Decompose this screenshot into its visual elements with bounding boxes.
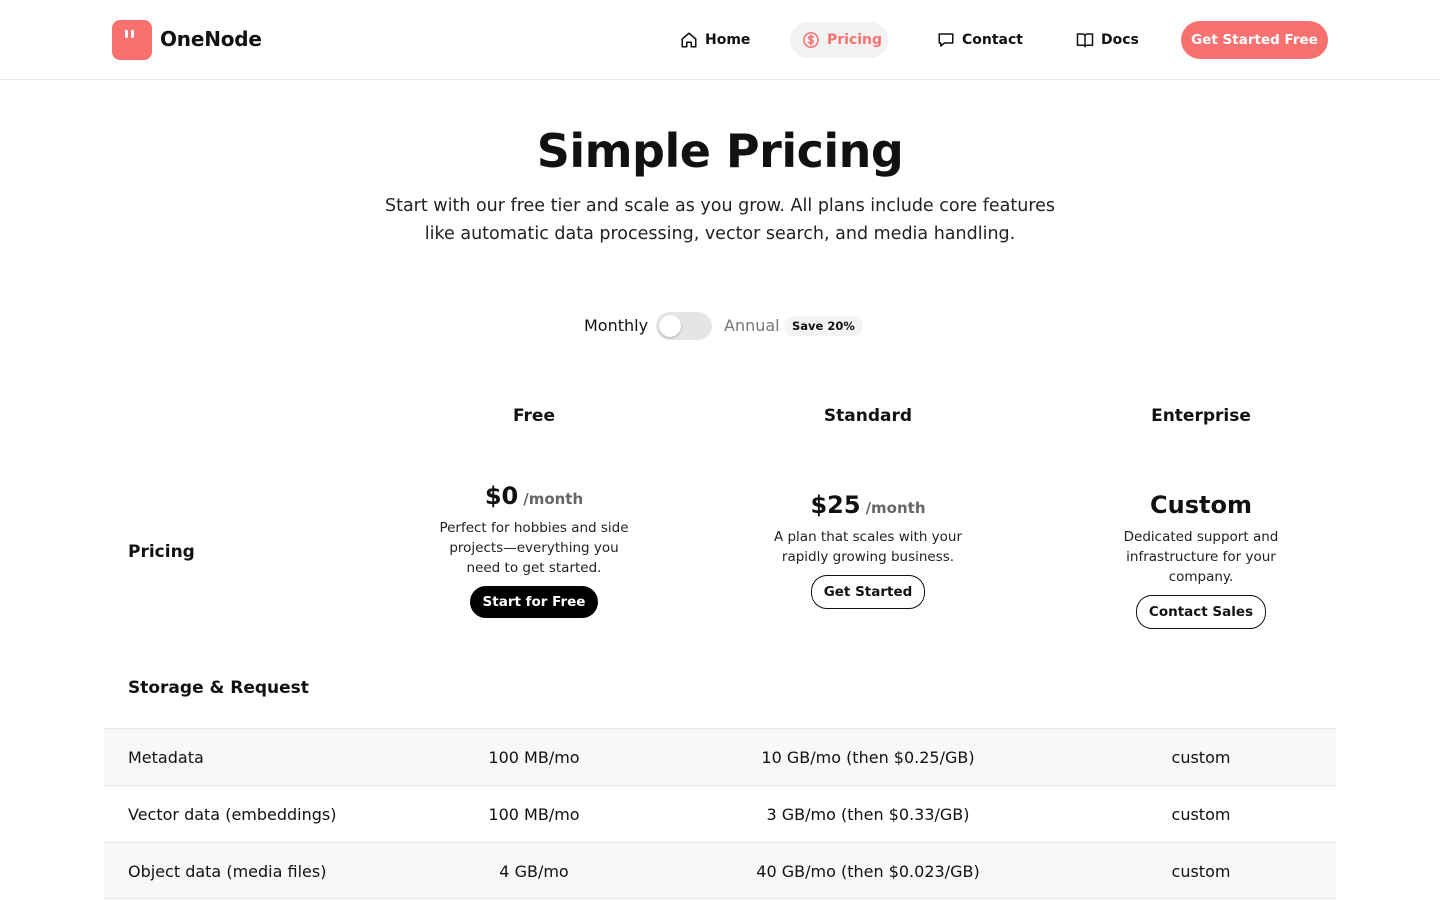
price-line: Custom <box>1051 491 1351 519</box>
nav-home[interactable]: Home <box>668 22 762 58</box>
price-line: $25 /month <box>718 491 1018 519</box>
nav-pricing[interactable]: Pricing <box>790 22 888 58</box>
cell-standard: 3 GB/mo (then $0.33/GB) <box>766 804 970 824</box>
plan-name-standard: Standard <box>823 406 913 426</box>
nav-contact-label: Contact <box>962 32 1023 48</box>
plan-description: Dedicated support and infrastructure for… <box>1123 529 1279 585</box>
plan-description: Perfect for hobbies and side projects—ev… <box>439 520 629 576</box>
table-row: Object data (media files) 4 GB/mo 40 GB/… <box>104 842 1336 899</box>
billing-annual-label[interactable]: Annual <box>724 316 780 335</box>
billing-period-toggle: Monthly Annual Save 20% <box>0 312 1440 340</box>
dollar-circle-icon <box>803 32 819 48</box>
contact-sales-button[interactable]: Contact Sales <box>1135 595 1267 629</box>
page-subtitle: Start with our free tier and scale as yo… <box>384 196 1056 244</box>
price-amount: $0 <box>484 482 519 510</box>
logo-mark-stroke <box>131 30 134 38</box>
price-amount: $25 <box>810 491 861 519</box>
plan-name-free: Free <box>513 406 555 426</box>
page-title: Simple Pricing <box>536 124 904 178</box>
cell-free: 4 GB/mo <box>499 861 569 881</box>
table-row: Vector data (embeddings) 100 MB/mo 3 GB/… <box>104 785 1336 842</box>
price-line: $0 /month <box>384 482 684 510</box>
plan-description: A plan that scales with your rapidly gro… <box>773 529 963 565</box>
logo-mark-stroke <box>125 30 128 38</box>
price-unit: /month <box>865 499 926 517</box>
cell-enterprise: custom <box>1171 804 1231 824</box>
price-unit: /month <box>523 490 584 508</box>
nav-home-label: Home <box>705 32 751 48</box>
get-started-free-button[interactable]: Get Started Free <box>1181 21 1328 59</box>
start-for-free-button[interactable]: Start for Free <box>469 586 599 618</box>
section-title-storage: Storage & Request <box>128 678 309 698</box>
nav-docs-label: Docs <box>1101 32 1139 48</box>
storage-table: Metadata 100 MB/mo 10 GB/mo (then $0.25/… <box>104 728 1336 899</box>
row-label: Object data (media files) <box>128 861 327 881</box>
billing-monthly-label[interactable]: Monthly <box>584 316 648 335</box>
row-label: Vector data (embeddings) <box>128 804 337 824</box>
cell-enterprise: custom <box>1171 861 1231 881</box>
cell-standard: 10 GB/mo (then $0.25/GB) <box>761 747 975 767</box>
switch-knob <box>659 315 681 337</box>
brand-name[interactable]: OneNode <box>160 27 262 51</box>
book-icon <box>1076 33 1094 48</box>
cell-free: 100 MB/mo <box>488 747 580 767</box>
table-row: Metadata 100 MB/mo 10 GB/mo (then $0.25/… <box>104 728 1336 785</box>
billing-switch[interactable] <box>656 312 712 340</box>
get-started-button[interactable]: Get Started <box>810 575 926 609</box>
cell-free: 100 MB/mo <box>488 804 580 824</box>
nav-contact[interactable]: Contact <box>925 22 1035 58</box>
nav-pricing-label: Pricing <box>827 32 883 48</box>
plan-card-standard: $25 /month A plan that scales with your … <box>718 491 1018 609</box>
plan-name-enterprise: Enterprise <box>1151 406 1251 426</box>
cell-enterprise: custom <box>1171 747 1231 767</box>
chat-bubble-icon <box>938 33 954 47</box>
price-amount: Custom <box>1150 491 1252 519</box>
logo-icon[interactable] <box>112 20 152 60</box>
nav-docs[interactable]: Docs <box>1064 22 1151 58</box>
home-icon <box>681 32 697 48</box>
save-badge: Save 20% <box>784 316 863 336</box>
plan-card-enterprise: Custom Dedicated support and infrastruct… <box>1051 491 1351 629</box>
row-label: Metadata <box>128 747 204 767</box>
pricing-row-label: Pricing <box>128 542 195 562</box>
site-header: OneNode Home Pricing Contact Docs Get St… <box>0 0 1440 80</box>
plan-card-free: $0 /month Perfect for hobbies and side p… <box>384 482 684 618</box>
cell-standard: 40 GB/mo (then $0.023/GB) <box>756 861 980 881</box>
